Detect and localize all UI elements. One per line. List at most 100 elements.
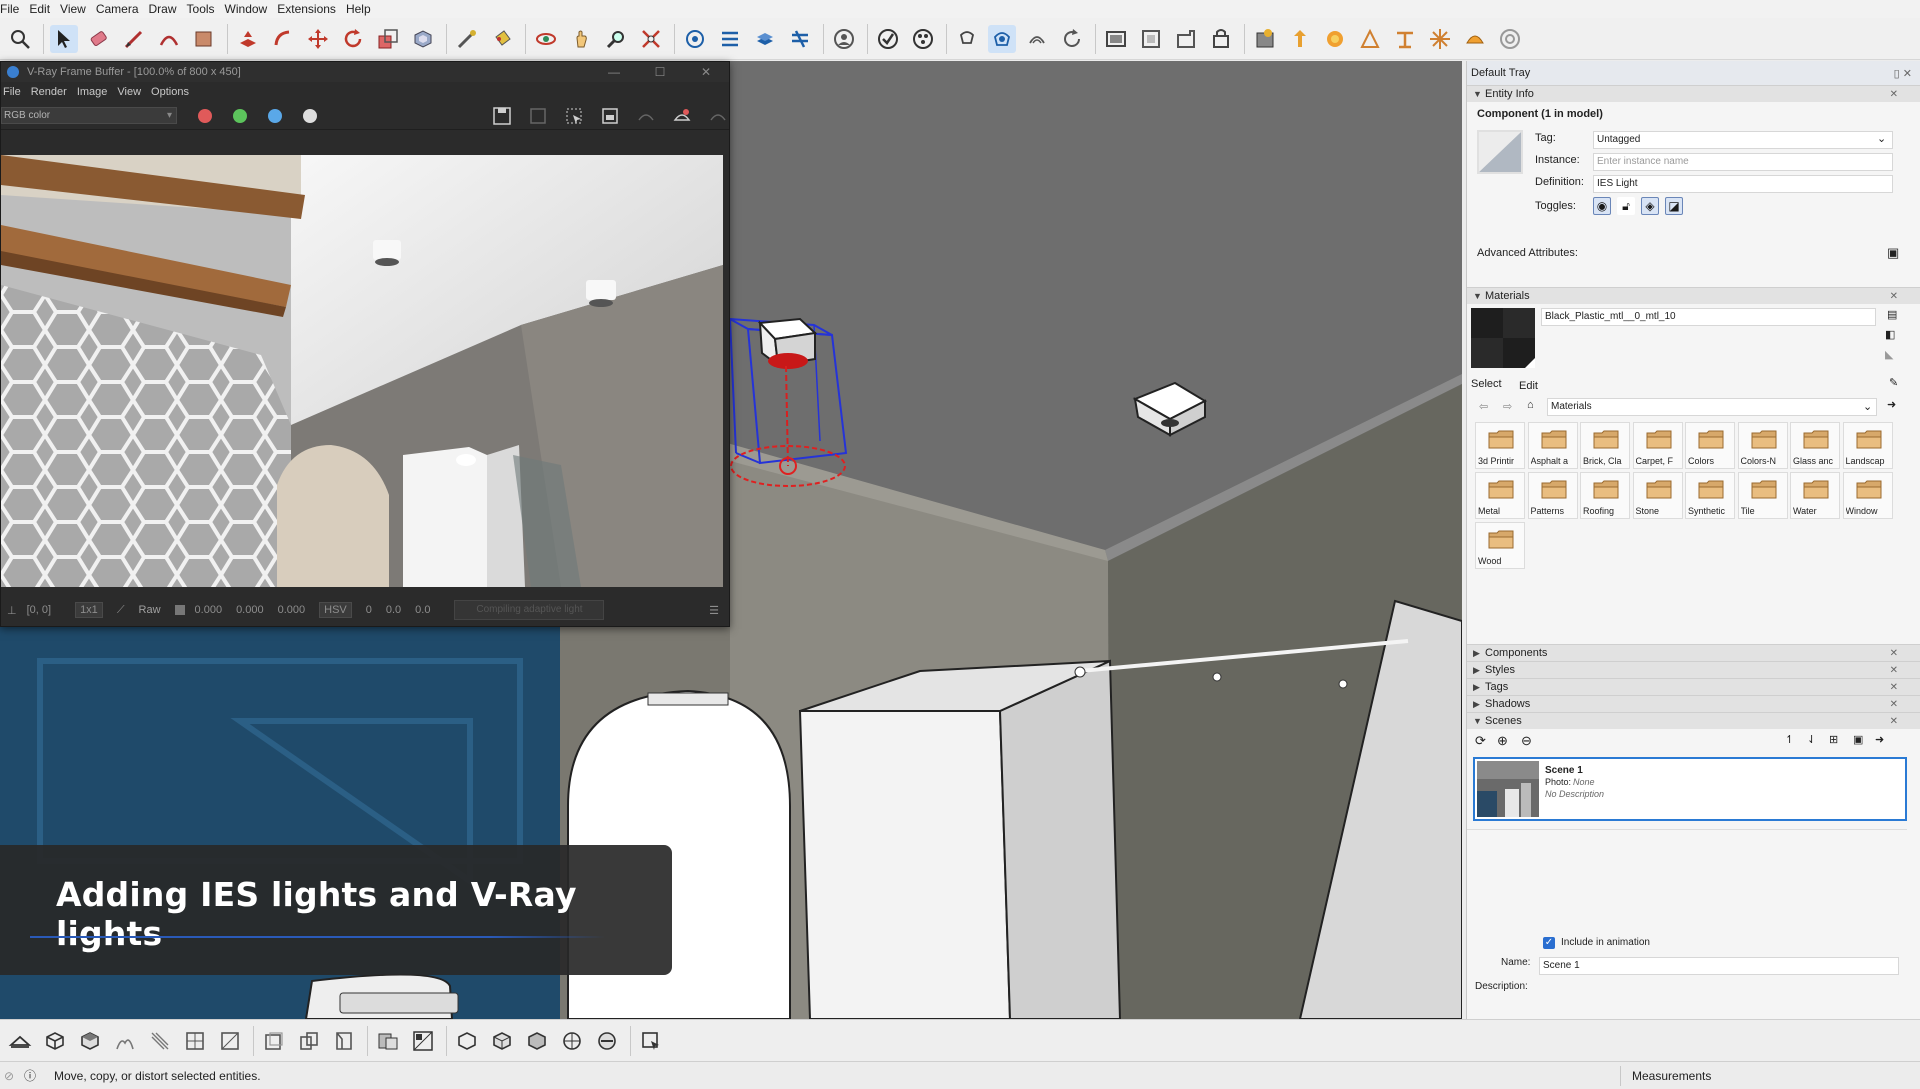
scene-name-field[interactable]: Scene 1 <box>1539 957 1899 975</box>
menu-edit[interactable]: Edit <box>29 2 60 16</box>
shadows-header[interactable]: ▶ Shadows ✕ <box>1467 695 1920 712</box>
scale-icon[interactable] <box>374 25 402 53</box>
vray-user-icon[interactable] <box>830 25 858 53</box>
vray-rect-icon[interactable] <box>1058 25 1086 53</box>
menu-window[interactable]: Window <box>225 2 278 16</box>
close-icon[interactable]: ✕ <box>1890 89 1898 100</box>
back-edges-icon[interactable] <box>295 1027 323 1055</box>
material-folder[interactable]: Wood <box>1475 522 1525 569</box>
visible-toggle-icon[interactable]: ◉ <box>1593 197 1611 215</box>
vray-decal-icon[interactable] <box>1391 25 1419 53</box>
left-view-icon[interactable] <box>216 1027 244 1055</box>
create-material-icon[interactable]: ▤ <box>1887 308 1897 321</box>
monochrome-icon[interactable] <box>488 1027 516 1055</box>
vray-settings-icon[interactable] <box>1496 25 1524 53</box>
geolocation-icon[interactable]: ⊘ <box>4 1069 14 1083</box>
vfb-menu-file[interactable]: File <box>3 86 21 98</box>
receive-shadows-icon[interactable]: ◈ <box>1641 197 1659 215</box>
close-icon[interactable]: ✕ <box>1890 648 1898 659</box>
vray-ies-icon[interactable] <box>1102 25 1130 53</box>
vray-fur-icon[interactable] <box>1321 25 1349 53</box>
vray-frame-buffer-window[interactable]: V-Ray Frame Buffer - [100.0% of 800 x 45… <box>0 61 730 627</box>
vfb-menu-options[interactable]: Options <box>151 86 189 98</box>
minimize-icon[interactable]: — <box>591 65 637 79</box>
close-icon[interactable]: ✕ <box>1890 699 1898 710</box>
material-folder[interactable]: Window <box>1842 472 1893 519</box>
eraser-icon[interactable] <box>85 25 113 53</box>
remove-scene-icon[interactable]: ⊖ <box>1521 733 1532 749</box>
rotate-icon[interactable] <box>339 25 367 53</box>
chevron-down-icon[interactable]: ⌄ <box>1863 400 1872 413</box>
walkthrough-icon[interactable] <box>6 1027 34 1055</box>
color-picker-icon[interactable]: ⟋ <box>117 604 125 617</box>
close-icon[interactable]: ✕ <box>1890 682 1898 693</box>
material-folder[interactable]: Carpet, F <box>1632 422 1683 469</box>
pan-icon[interactable] <box>567 25 595 53</box>
vray-check-icon[interactable] <box>874 25 902 53</box>
default-material-icon[interactable]: ◧ <box>1885 328 1895 341</box>
material-folder[interactable]: Patterns <box>1527 472 1578 519</box>
alpha-channel-button[interactable] <box>303 108 317 123</box>
color-mode-select[interactable]: HSV <box>319 602 352 618</box>
edit-tab[interactable]: Edit <box>1519 380 1538 392</box>
material-folder[interactable]: Asphalt a <box>1527 422 1578 469</box>
iso-view-icon[interactable] <box>41 1027 69 1055</box>
stop-render-icon[interactable] <box>707 105 729 127</box>
info-icon[interactable]: ⓘ <box>24 1067 36 1084</box>
menu-draw[interactable]: Draw <box>149 2 187 16</box>
arc-icon[interactable] <box>155 25 183 53</box>
vfb-log-icon[interactable]: ☰ <box>709 604 719 617</box>
close-icon[interactable]: ✕ <box>1890 291 1898 302</box>
include-in-animation-checkbox[interactable]: ✓ <box>1543 937 1555 949</box>
paint-bucket-icon[interactable] <box>488 25 516 53</box>
instance-name-field[interactable]: Enter instance name <box>1593 153 1893 171</box>
vray-mesh-icon[interactable] <box>1207 25 1235 53</box>
advanced-attributes-icon[interactable]: ▣ <box>1887 245 1899 261</box>
material-folder[interactable]: Stone <box>1632 472 1683 519</box>
materials-header[interactable]: ▼ Materials ✕ <box>1467 287 1920 304</box>
menu-extensions[interactable]: Extensions <box>277 2 346 16</box>
back-arrow-icon[interactable]: ⇦ <box>1479 400 1488 413</box>
material-folder[interactable]: Brick, Cla <box>1580 422 1630 469</box>
vray-batch-icon[interactable] <box>786 25 814 53</box>
select-tab[interactable]: Select <box>1471 378 1502 390</box>
vray-lamp-icon[interactable] <box>1426 25 1454 53</box>
vray-light-icon[interactable] <box>953 25 981 53</box>
section-fill-icon[interactable] <box>593 1027 621 1055</box>
eyedropper-icon[interactable]: ✎ <box>1889 376 1898 389</box>
material-name-field[interactable]: Black_Plastic_mtl__0_mtl_10 <box>1541 308 1876 326</box>
track-mouse-icon[interactable] <box>599 105 621 127</box>
shape-icon[interactable] <box>190 25 218 53</box>
vray-omni-icon[interactable] <box>1137 25 1165 53</box>
render-interactive-icon[interactable] <box>635 105 657 127</box>
orbit-icon[interactable] <box>532 25 560 53</box>
vfb-title-bar[interactable]: V-Ray Frame Buffer - [100.0% of 800 x 45… <box>1 62 729 82</box>
scene-item[interactable]: Scene 1 Photo: None No Description <box>1473 757 1907 821</box>
section-plane-icon[interactable] <box>523 1027 551 1055</box>
maximize-icon[interactable]: ☐ <box>637 65 683 79</box>
vray-proxy-icon[interactable] <box>1251 25 1279 53</box>
cast-shadows-icon[interactable]: ◪ <box>1665 197 1683 215</box>
material-folder[interactable]: Glass anc <box>1790 422 1840 469</box>
material-library-select[interactable]: Materials <box>1547 398 1877 416</box>
close-icon[interactable]: ✕ <box>1890 716 1898 727</box>
tape-measure-icon[interactable] <box>453 25 481 53</box>
select-icon[interactable] <box>50 24 78 53</box>
pixel-info-icon[interactable]: ⊥ <box>7 604 17 617</box>
view-options-icon[interactable]: ⊞ <box>1829 733 1838 746</box>
chevron-down-icon[interactable]: ⌄ <box>1877 132 1886 145</box>
menu-file[interactable]: File <box>0 2 29 16</box>
components-header[interactable]: ▶ Components ✕ <box>1467 644 1920 661</box>
right-view-icon[interactable] <box>146 1027 174 1055</box>
xray-icon[interactable] <box>260 1027 288 1055</box>
offset-icon[interactable] <box>409 25 437 53</box>
vray-scatter-icon[interactable] <box>1356 25 1384 53</box>
menu-view[interactable]: View <box>60 2 96 16</box>
tag-select[interactable]: Untagged <box>1593 131 1893 149</box>
material-folder[interactable]: Landscap <box>1842 422 1893 469</box>
vray-interactive-icon[interactable] <box>751 25 779 53</box>
follow-me-icon[interactable] <box>269 25 297 53</box>
shaded-icon[interactable] <box>409 1027 437 1055</box>
push-pull-icon[interactable] <box>234 25 262 53</box>
pixel-ratio-select[interactable]: 1x1 <box>75 602 103 618</box>
